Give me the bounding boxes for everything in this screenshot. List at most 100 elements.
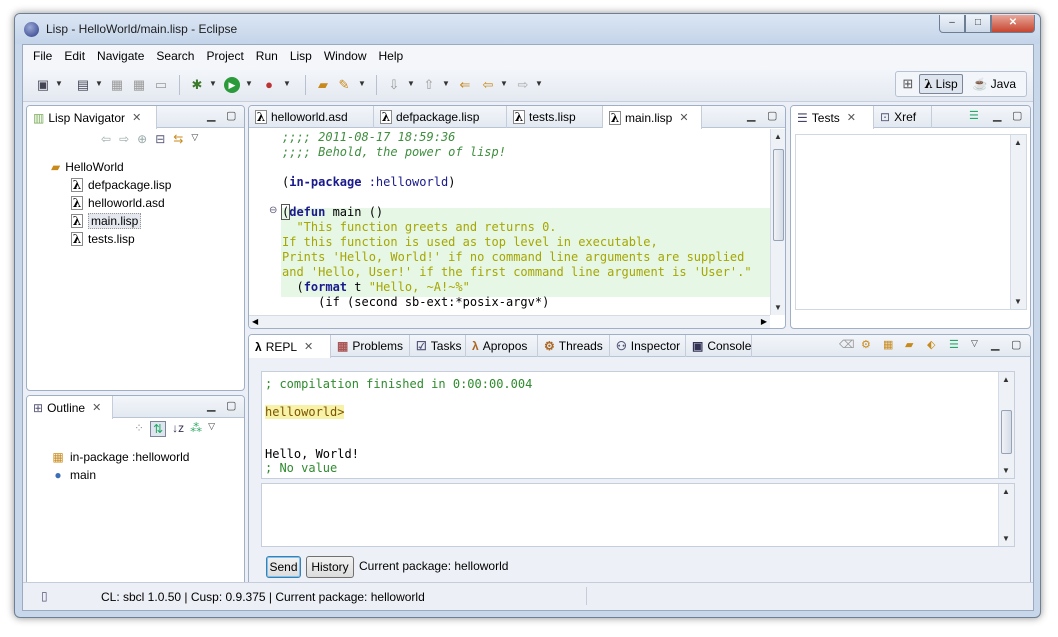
- scroll-down-icon[interactable]: ▼: [774, 303, 782, 312]
- minimize-button[interactable]: –: [939, 15, 965, 33]
- open-folder-icon[interactable]: ▰: [315, 77, 331, 93]
- close-icon[interactable]: ✕: [92, 401, 101, 414]
- scroll-down-icon[interactable]: ▼: [1014, 297, 1022, 306]
- prev-annotation-icon[interactable]: ⇧: [421, 77, 437, 93]
- tab-editor-file[interactable]: λ tests.lisp: [507, 106, 603, 128]
- maximize-icon[interactable]: ▢: [226, 399, 236, 412]
- debug-icon[interactable]: ✱: [189, 77, 205, 93]
- reset-icon[interactable]: ⚙: [861, 338, 871, 351]
- scroll-down-icon[interactable]: ▼: [1002, 534, 1010, 543]
- scroll-left-icon[interactable]: ◀: [252, 317, 258, 326]
- close-icon[interactable]: ✕: [304, 340, 313, 353]
- external-tools-icon[interactable]: ●: [261, 77, 277, 93]
- menu-edit[interactable]: Edit: [58, 49, 91, 63]
- scroll-right-icon[interactable]: ▶: [761, 317, 767, 326]
- menu-window[interactable]: Window: [318, 49, 373, 63]
- tree-file[interactable]: λ main.lisp: [71, 212, 142, 230]
- menu-run[interactable]: Run: [250, 49, 284, 63]
- tab-tasks[interactable]: ☑ Tasks: [410, 335, 466, 357]
- menu-help[interactable]: Help: [373, 49, 410, 63]
- tab-tests[interactable]: ☰ Tests ✕: [791, 106, 874, 129]
- chevron-down-icon[interactable]: ▼: [283, 79, 291, 88]
- save-all-icon[interactable]: ▦: [131, 77, 147, 93]
- filter-icon[interactable]: ⁂: [190, 421, 202, 437]
- scroll-thumb[interactable]: [1001, 410, 1012, 454]
- scroll-thumb[interactable]: [773, 149, 784, 241]
- menu-file[interactable]: File: [27, 49, 58, 63]
- chevron-down-icon[interactable]: ▼: [55, 79, 63, 88]
- code-editor[interactable]: ;;;; 2011-08-17 18:59:36;;;; Behold, the…: [280, 130, 752, 310]
- repl-output[interactable]: ; compilation finished in 0:00:00.004 hel…: [261, 371, 1015, 479]
- minimize-icon[interactable]: ▁: [993, 109, 1001, 122]
- outline-item[interactable]: ▦ in-package :helloworld: [51, 448, 189, 466]
- menu-navigate[interactable]: Navigate: [91, 49, 150, 63]
- menu-project[interactable]: Project: [200, 49, 249, 63]
- back-icon[interactable]: ⇦: [480, 77, 496, 93]
- scroll-up-icon[interactable]: ▲: [774, 132, 782, 141]
- forward-icon[interactable]: ⇨: [119, 132, 129, 146]
- sort-toggle-icon[interactable]: ⇅: [150, 421, 167, 437]
- link-editor-icon[interactable]: ⇆: [173, 132, 183, 146]
- open-perspective-icon[interactable]: ⊞: [902, 76, 913, 92]
- tab-outline[interactable]: ⊞ Outline ✕: [27, 396, 113, 419]
- tab-repl[interactable]: λ REPL ✕: [249, 335, 331, 358]
- maximize-icon[interactable]: ▢: [226, 109, 236, 122]
- chevron-down-icon[interactable]: ▼: [245, 79, 253, 88]
- run-icon[interactable]: ▶: [224, 77, 240, 93]
- eval-icon[interactable]: ⬖: [927, 338, 935, 351]
- tab-problems[interactable]: ▦ Problems: [331, 335, 410, 357]
- chevron-down-icon[interactable]: ▼: [407, 79, 415, 88]
- tab-inspector[interactable]: ⚇ Inspector: [610, 335, 686, 357]
- last-edit-icon[interactable]: ⇐: [457, 77, 473, 93]
- scroll-down-icon[interactable]: ▼: [1002, 466, 1010, 475]
- collapse-all-icon[interactable]: ⊟: [155, 132, 165, 146]
- outline-item[interactable]: ● main: [51, 466, 96, 484]
- perspective-java[interactable]: ☕ Java: [969, 75, 1020, 93]
- tab-editor-file[interactable]: λ main.lisp ✕: [603, 106, 702, 129]
- menu-search[interactable]: Search: [150, 49, 200, 63]
- view-menu-icon[interactable]: ▽: [191, 132, 198, 146]
- menu-lisp[interactable]: Lisp: [284, 49, 318, 63]
- close-icon[interactable]: ✕: [132, 111, 141, 124]
- chevron-down-icon[interactable]: ▼: [358, 79, 366, 88]
- tab-xref[interactable]: ⊡ Xref: [874, 106, 932, 128]
- repl-input[interactable]: ▲ ▼: [261, 483, 1015, 547]
- chevron-down-icon[interactable]: ▼: [209, 79, 217, 88]
- send-button[interactable]: Send: [266, 556, 301, 578]
- clear-console-icon[interactable]: ⌫: [839, 338, 855, 351]
- scroll-up-icon[interactable]: ▲: [1014, 138, 1022, 147]
- pen-icon[interactable]: ✎: [336, 77, 352, 93]
- tree-file[interactable]: λ defpackage.lisp: [71, 176, 171, 194]
- new-icon[interactable]: ▣: [35, 77, 51, 93]
- tab-threads[interactable]: ⚙ Threads: [538, 335, 610, 357]
- perspective-lisp[interactable]: λ Lisp: [919, 74, 963, 94]
- tab-editor-file[interactable]: λ defpackage.lisp: [374, 106, 507, 128]
- sort-alpha-icon[interactable]: ↓z: [172, 421, 184, 437]
- minimize-icon[interactable]: ▁: [991, 338, 999, 351]
- run-tests-icon[interactable]: ☰: [969, 109, 979, 122]
- scroll-up-icon[interactable]: ▲: [1002, 487, 1010, 496]
- minimize-icon[interactable]: ▁: [207, 399, 215, 412]
- tab-lisp-navigator[interactable]: ▥ Lisp Navigator ✕: [27, 106, 157, 129]
- save-icon[interactable]: ▦: [109, 77, 125, 93]
- maximize-icon[interactable]: ▢: [767, 109, 777, 122]
- editor-hscroll[interactable]: ◀ ▶: [249, 315, 770, 328]
- view-menu-icon[interactable]: ▽: [208, 421, 215, 437]
- maximize-button[interactable]: □: [965, 15, 991, 33]
- next-annotation-icon[interactable]: ⇩: [386, 77, 402, 93]
- view-menu-icon[interactable]: ▽: [971, 338, 978, 349]
- pin-icon[interactable]: ☰: [949, 338, 959, 351]
- scroll-up-icon[interactable]: ▲: [1002, 375, 1010, 384]
- chevron-down-icon[interactable]: ▼: [535, 79, 543, 88]
- editor-vscroll[interactable]: ▲ ▼: [770, 129, 785, 315]
- close-icon[interactable]: ✕: [847, 111, 856, 124]
- tab-console[interactable]: ▣ Console: [686, 335, 752, 357]
- tree-project[interactable]: ▰ HelloWorld: [51, 158, 124, 176]
- chevron-down-icon[interactable]: ▼: [95, 79, 103, 88]
- up-icon[interactable]: ⊕: [137, 132, 147, 146]
- print-icon[interactable]: ▭: [153, 77, 169, 93]
- tests-tree[interactable]: ▲ ▼: [795, 134, 1027, 310]
- history-button[interactable]: History: [306, 556, 354, 578]
- tree-file[interactable]: λ tests.lisp: [71, 230, 135, 248]
- minimize-icon[interactable]: ▁: [747, 109, 755, 122]
